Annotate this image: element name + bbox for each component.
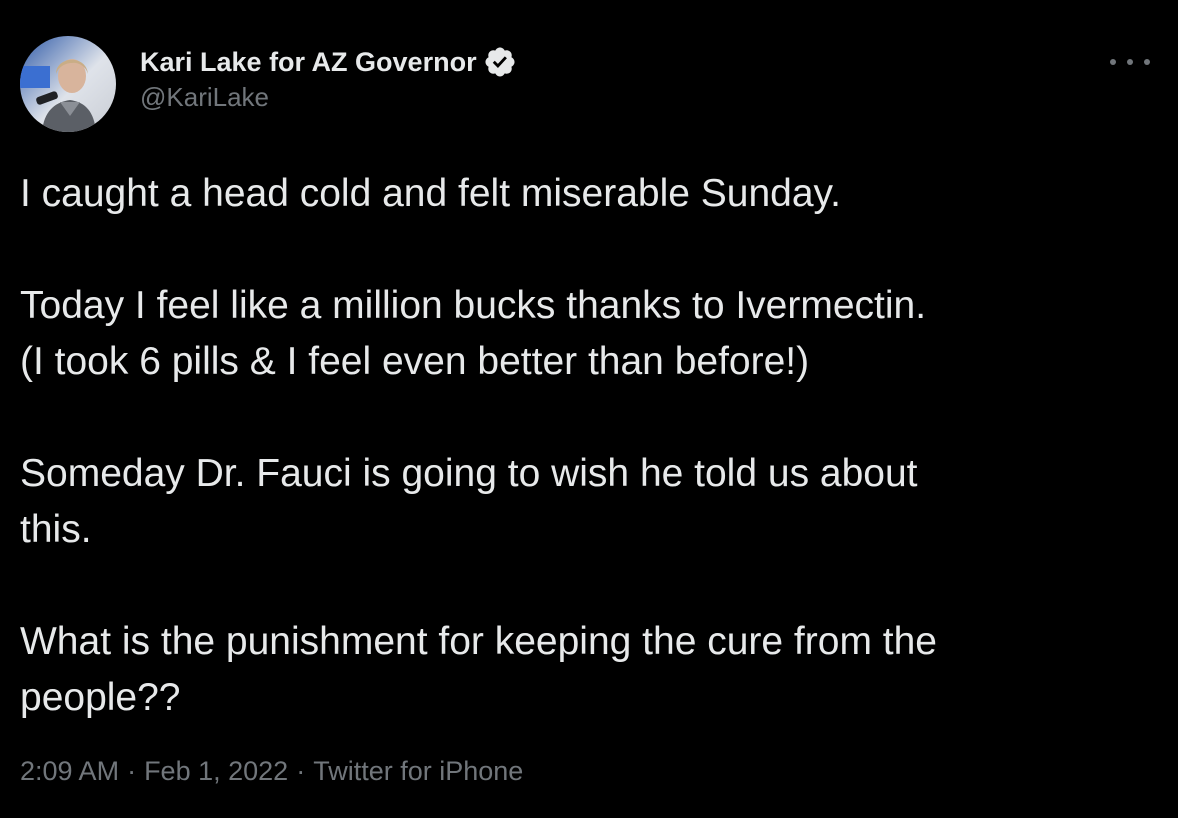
tweet-line: people??: [20, 676, 181, 719]
author-info: Kari Lake for AZ Governor @KariLake: [140, 44, 517, 113]
dot: [1144, 59, 1150, 65]
dot: [1127, 59, 1133, 65]
more-options-icon[interactable]: [1110, 50, 1150, 74]
verified-badge-icon: [483, 45, 517, 79]
dot: [1110, 59, 1116, 65]
tweet-line: (I took 6 pills & I feel even better tha…: [20, 340, 810, 383]
tweet-metadata: 2:09 AM · Feb 1, 2022 · Twitter for iPhone: [20, 756, 523, 787]
author-avatar[interactable]: [20, 36, 116, 132]
separator: ·: [296, 756, 306, 786]
display-name[interactable]: Kari Lake for AZ Governor: [140, 47, 477, 78]
tweet-line: this.: [20, 508, 92, 551]
tweet-line: Someday Dr. Fauci is going to wish he to…: [20, 452, 918, 495]
tweet-time[interactable]: 2:09 AM: [20, 756, 119, 786]
tweet-source[interactable]: Twitter for iPhone: [313, 756, 523, 786]
separator: ·: [127, 756, 137, 786]
tweet-line: What is the punishment for keeping the c…: [20, 620, 937, 663]
author-handle[interactable]: @KariLake: [140, 82, 517, 113]
tweet-line: I caught a head cold and felt miserable …: [20, 172, 841, 215]
tweet-text: I caught a head cold and felt miserable …: [20, 166, 1140, 726]
profile-photo: [20, 36, 116, 132]
tweet-date[interactable]: Feb 1, 2022: [144, 756, 288, 786]
name-row: Kari Lake for AZ Governor: [140, 44, 517, 80]
tweet-line: Today I feel like a million bucks thanks…: [20, 284, 927, 327]
tweet-card: Kari Lake for AZ Governor @KariLake I ca…: [0, 0, 1178, 818]
